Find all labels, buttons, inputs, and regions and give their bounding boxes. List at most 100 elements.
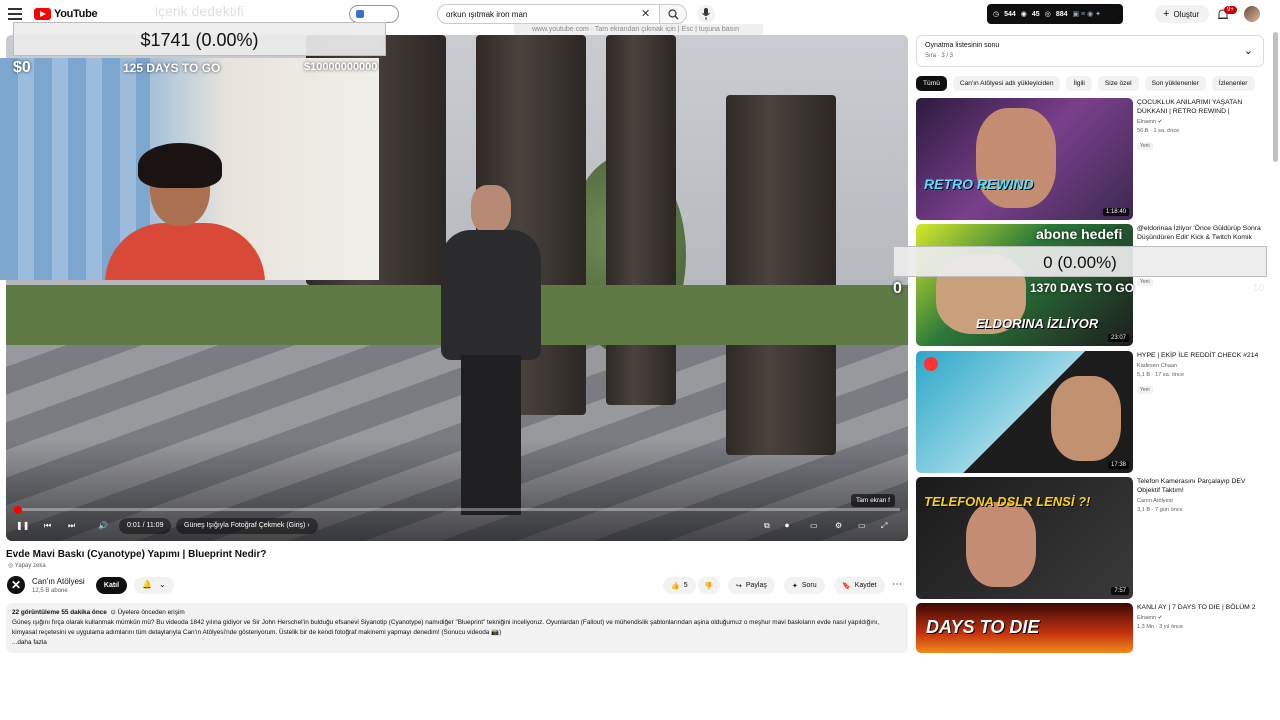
recommended-video[interactable]: TELEFONA DSLR LENSİ ?! 7:57 Telefon Kame…: [916, 477, 1272, 599]
previous-icon[interactable]: ⏮: [44, 521, 51, 531]
join-button[interactable]: Katıl: [96, 577, 127, 594]
new-badge: Yeni: [1137, 386, 1153, 394]
ai-flag-label: Yapay zeka: [14, 563, 46, 569]
chip-from-uploader[interactable]: Can'ın Atölyesi adlı yükleyiciden: [952, 76, 1061, 91]
video-title[interactable]: @eldorinaa İzliyor 'Önce Güldürüp Sonra …: [1137, 224, 1269, 242]
chip-watched[interactable]: İzlenenler: [1211, 76, 1255, 91]
notification-count-badge: 9+: [1224, 6, 1237, 14]
video-title[interactable]: HYPE | EKİP İLE REDDİT CHECK #214: [1137, 351, 1269, 360]
video-channel[interactable]: Elraenn ✔: [1137, 119, 1269, 125]
page-scrollbar[interactable]: [1273, 32, 1278, 162]
progress-bar[interactable]: [14, 505, 900, 514]
chip-recent[interactable]: Son yüklenenler: [1144, 76, 1206, 91]
share-icon: ↪: [736, 582, 742, 590]
overlay-watermark: içerik dedektifi: [155, 3, 244, 19]
youtube-logo[interactable]: YouTube: [34, 8, 98, 20]
menu-icon[interactable]: [8, 8, 22, 20]
channel-avatar[interactable]: ✕: [7, 576, 25, 594]
video-thumbnail[interactable]: TELEFONA DSLR LENSİ ?! 7:57: [916, 477, 1133, 599]
extension-toggle[interactable]: [349, 5, 399, 23]
thumbnail-text: RETRO REWIND: [924, 176, 1034, 192]
playlist-panel[interactable]: Oynatma listesinin sonu Sıra · 3 / 3 ⌄: [916, 35, 1264, 67]
donation-goal-ticker: $1741 (0.00%): [13, 22, 386, 56]
video-title: Evde Mavi Baskı (Cyanotype) Yapımı | Blu…: [6, 549, 267, 560]
voice-search-button[interactable]: [697, 5, 715, 23]
description-meta: 22 görüntüleme 55 dakika önce: [12, 609, 107, 616]
volume-icon[interactable]: 🔊: [98, 521, 108, 530]
eye-icon: ◎: [1044, 11, 1051, 18]
video-presenter: [426, 185, 566, 515]
bookmark-icon: 🔖: [842, 582, 851, 590]
like-button[interactable]: 👍 5: [663, 577, 696, 594]
video-thumbnail[interactable]: RETRO REWIND 1:18:40: [916, 98, 1133, 220]
ai-disclosure: ◎ Yapay zeka: [8, 563, 46, 569]
ask-label: Soru: [801, 582, 817, 589]
recommended-video[interactable]: 17:38 HYPE | EKİP İLE REDDİT CHECK #214 …: [916, 351, 1272, 473]
ask-button[interactable]: ✦ Soru: [784, 577, 825, 594]
fullscreen-icon[interactable]: ⤢: [881, 521, 887, 531]
subtitles-icon[interactable]: ▭: [810, 521, 818, 530]
video-thumbnail[interactable]: DAYS TO DIE: [916, 603, 1133, 653]
chapter-label: Güneş Işığıyla Fotoğraf Çekmek (Giriş): [184, 522, 306, 529]
avatar[interactable]: [1244, 6, 1260, 22]
theater-icon[interactable]: ▭: [858, 521, 866, 530]
webcam-overlay: [0, 58, 379, 280]
clear-search-icon[interactable]: ✕: [641, 7, 650, 20]
fullscreen-tooltip: Tam ekran f: [851, 494, 895, 507]
share-button[interactable]: ↪ Paylaş: [728, 577, 775, 594]
next-icon[interactable]: ⏭: [68, 521, 75, 531]
stat-value: 45: [1031, 10, 1040, 18]
recommended-video[interactable]: DAYS TO DIE KANLI AY | 7 DAYS TO DIE | B…: [916, 603, 1272, 653]
save-label: Kaydet: [854, 582, 877, 589]
video-title[interactable]: KANLI AY | 7 DAYS TO DIE | BÖLÜM 2: [1137, 603, 1269, 612]
bell-icon: 🔔: [142, 580, 152, 589]
video-channel[interactable]: Canın Atölyesi: [1137, 498, 1269, 504]
create-button[interactable]: + Oluştur: [1155, 5, 1209, 23]
description-box[interactable]: 22 görüntüleme 55 dakika önce ⊙ Üyelere …: [6, 603, 908, 653]
recommended-video[interactable]: RETRO REWIND 1:18:40 ÇOCUKLUK ANILARIMI …: [916, 98, 1272, 220]
filter-chips: Tümü Can'ın Atölyesi adlı yükleyiciden İ…: [916, 76, 1255, 91]
chapter-button[interactable]: Güneş Işığıyla Fotoğraf Çekmek (Giriş) ›: [176, 518, 318, 534]
sub-goal-ticker: 0 (0.00%): [893, 246, 1267, 277]
subscriber-count: 12,5 B abone: [32, 588, 68, 594]
extension-icons: ▣ ≡ ◉ ✦: [1072, 11, 1102, 18]
playlist-position: Sıra · 3 / 3: [925, 53, 954, 59]
video-scene-column: [606, 35, 676, 405]
subscription-bell-button[interactable]: 🔔 ⌄: [134, 577, 174, 594]
plus-icon: +: [1163, 8, 1170, 20]
video-duration: 1:18:40: [1102, 208, 1129, 216]
chevron-down-icon[interactable]: ⌄: [1244, 44, 1253, 57]
sub-goal-days: 1370 DAYS TO GO: [1030, 281, 1135, 295]
chip-related[interactable]: İlgili: [1066, 76, 1092, 91]
save-button[interactable]: 🔖 Kaydet: [834, 577, 885, 594]
channel-name[interactable]: Can'ın Atölyesi: [32, 577, 85, 586]
scrubber-handle[interactable]: [14, 505, 22, 514]
thumbs-up-icon: 👍: [671, 582, 680, 590]
chip-all[interactable]: Tümü: [916, 76, 947, 91]
video-thumbnail[interactable]: 17:38: [916, 351, 1133, 473]
video-channel[interactable]: Kadirsen Chaan: [1137, 363, 1269, 369]
description-text: Güneş ışığını fırça olarak kullanmak müm…: [12, 619, 880, 636]
autoplay-icon[interactable]: ⏺: [785, 521, 789, 531]
create-label: Oluştur: [1173, 9, 1200, 19]
miniplayer-icon[interactable]: ⧉: [764, 521, 770, 531]
settings-icon[interactable]: ⚙: [835, 521, 842, 530]
search-button[interactable]: [659, 4, 687, 24]
video-stats: 3,1 B · 7 gün önce: [1137, 507, 1183, 513]
thumbnail-text: TELEFONA DSLR LENSİ ?!: [924, 494, 1091, 509]
chip-for-you[interactable]: Size özel: [1097, 76, 1139, 91]
time-display: 0:01 / 11:09: [119, 518, 172, 534]
sub-goal-label: abone hedefi: [1036, 226, 1123, 242]
video-channel[interactable]: Elraenn ✔: [1137, 615, 1269, 621]
more-actions-icon[interactable]: ⋯: [892, 579, 902, 590]
new-badge: Yeni: [1137, 278, 1153, 286]
chevron-down-icon: ⌄: [159, 580, 166, 589]
show-more-link[interactable]: ...daha fazla: [12, 638, 902, 648]
video-title[interactable]: Telefon Kamerasını Parçalayıp DEV Objekt…: [1137, 477, 1269, 495]
search-input[interactable]: orkun ışıtmak iron man: [437, 4, 661, 24]
dislike-button[interactable]: 👎: [698, 577, 720, 594]
video-title[interactable]: ÇOCUKLUK ANILARIMI YAŞATAN DÜKKANI | RET…: [1137, 98, 1269, 116]
pause-icon[interactable]: ❚❚: [16, 521, 29, 530]
extension-stats-bar[interactable]: ◷ 544 ◉ 45 ◎ 884 ▣ ≡ ◉ ✦: [987, 4, 1123, 24]
share-label: Paylaş: [745, 582, 767, 589]
